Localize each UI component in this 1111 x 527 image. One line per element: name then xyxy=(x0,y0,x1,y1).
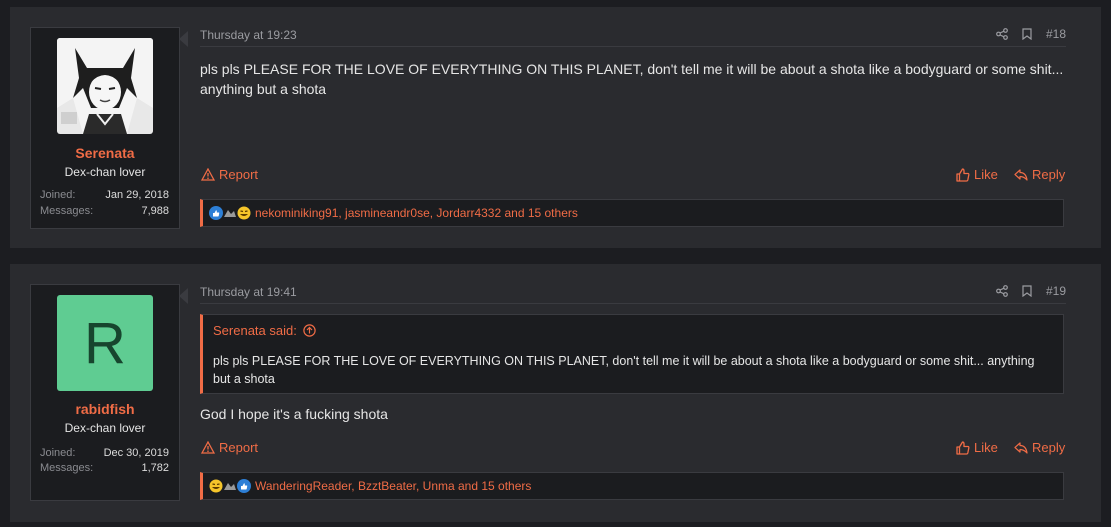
joined-label: Joined: xyxy=(40,447,76,459)
avatar[interactable] xyxy=(57,38,153,134)
post-timestamp[interactable]: Thursday at 19:23 xyxy=(200,28,297,42)
post-content: pls pls PLEASE FOR THE LOVE OF EVERYTHIN… xyxy=(200,61,1064,97)
bookmark-icon[interactable] xyxy=(1022,28,1032,40)
reactions-bar[interactable]: nekominiking91, jasmineandr0se, Jordarr4… xyxy=(200,199,1064,227)
username[interactable]: rabidfish xyxy=(31,401,179,417)
user-card: Serenata Dex-chan lover Joined: Jan 29, … xyxy=(30,27,180,229)
bookmark-icon[interactable] xyxy=(1022,285,1032,297)
reaction-emojis xyxy=(209,479,251,493)
quote-text: pls pls PLEASE FOR THE LOVE OF EVERYTHIN… xyxy=(213,354,1035,386)
user-card: R rabidfish Dex-chan lover Joined: Dec 3… xyxy=(30,284,180,501)
post-number[interactable]: #19 xyxy=(1046,284,1066,298)
report-button[interactable]: Report xyxy=(201,167,258,182)
grin-reaction-icon xyxy=(237,206,251,220)
warning-icon xyxy=(201,441,215,454)
messages-value[interactable]: 1,782 xyxy=(141,462,169,474)
thumbs-up-icon xyxy=(956,440,970,455)
username[interactable]: Serenata xyxy=(31,145,179,161)
post-content: God I hope it's a fucking shota xyxy=(200,406,388,422)
reactions-users[interactable]: WanderingReader, BzztBeater, Unma and 15… xyxy=(255,479,531,493)
joined-value: Dec 30, 2019 xyxy=(103,447,169,459)
post-18: Serenata Dex-chan lover Joined: Jan 29, … xyxy=(10,7,1101,248)
report-button[interactable]: Report xyxy=(201,440,258,455)
messages-value[interactable]: 7,988 xyxy=(141,205,169,217)
user-arrow xyxy=(179,288,188,304)
hat-reaction-icon xyxy=(224,483,236,490)
divider xyxy=(200,303,1066,304)
user-arrow xyxy=(179,31,188,47)
grin-reaction-icon xyxy=(209,479,223,493)
joined-value: Jan 29, 2018 xyxy=(105,189,169,201)
like-reaction-icon xyxy=(237,479,251,493)
like-button[interactable]: Like xyxy=(956,167,998,182)
hat-reaction-icon xyxy=(224,210,236,217)
reply-button[interactable]: Reply xyxy=(1014,440,1065,455)
quote-author-link[interactable]: Serenata said: xyxy=(213,323,316,338)
arrow-up-circle-icon xyxy=(303,324,316,337)
post-number[interactable]: #18 xyxy=(1046,27,1066,41)
avatar[interactable]: R xyxy=(57,295,153,391)
reply-label: Reply xyxy=(1032,167,1066,182)
reaction-emojis xyxy=(209,206,251,220)
like-reaction-icon xyxy=(209,206,223,220)
like-label: Like xyxy=(974,440,998,455)
user-title: Dex-chan lover xyxy=(64,421,146,435)
report-label: Report xyxy=(219,167,259,182)
share-icon[interactable] xyxy=(996,28,1008,40)
report-label: Report xyxy=(219,440,259,455)
reply-label: Reply xyxy=(1032,440,1066,455)
reply-button[interactable]: Reply xyxy=(1014,167,1065,182)
reply-icon xyxy=(1014,168,1028,181)
messages-label: Messages: xyxy=(40,462,94,474)
reactions-bar[interactable]: WanderingReader, BzztBeater, Unma and 15… xyxy=(200,472,1064,500)
share-icon[interactable] xyxy=(996,285,1008,297)
quote-author: Serenata said: xyxy=(213,323,297,338)
messages-label: Messages: xyxy=(40,205,94,217)
divider xyxy=(200,46,1066,47)
post-tools: #18 xyxy=(996,27,1066,41)
reactions-users[interactable]: nekominiking91, jasmineandr0se, Jordarr4… xyxy=(255,206,578,220)
joined-label: Joined: xyxy=(40,189,76,201)
post-tools: #19 xyxy=(996,284,1066,298)
like-label: Like xyxy=(974,167,998,182)
quote-block: Serenata said: pls pls PLEASE FOR THE LO… xyxy=(200,314,1064,394)
post-timestamp[interactable]: Thursday at 19:41 xyxy=(200,285,297,299)
thumbs-up-icon xyxy=(956,167,970,182)
post-19: R rabidfish Dex-chan lover Joined: Dec 3… xyxy=(10,264,1101,522)
user-title: Dex-chan lover xyxy=(64,165,146,179)
like-button[interactable]: Like xyxy=(956,440,998,455)
warning-icon xyxy=(201,168,215,181)
reply-icon xyxy=(1014,441,1028,454)
